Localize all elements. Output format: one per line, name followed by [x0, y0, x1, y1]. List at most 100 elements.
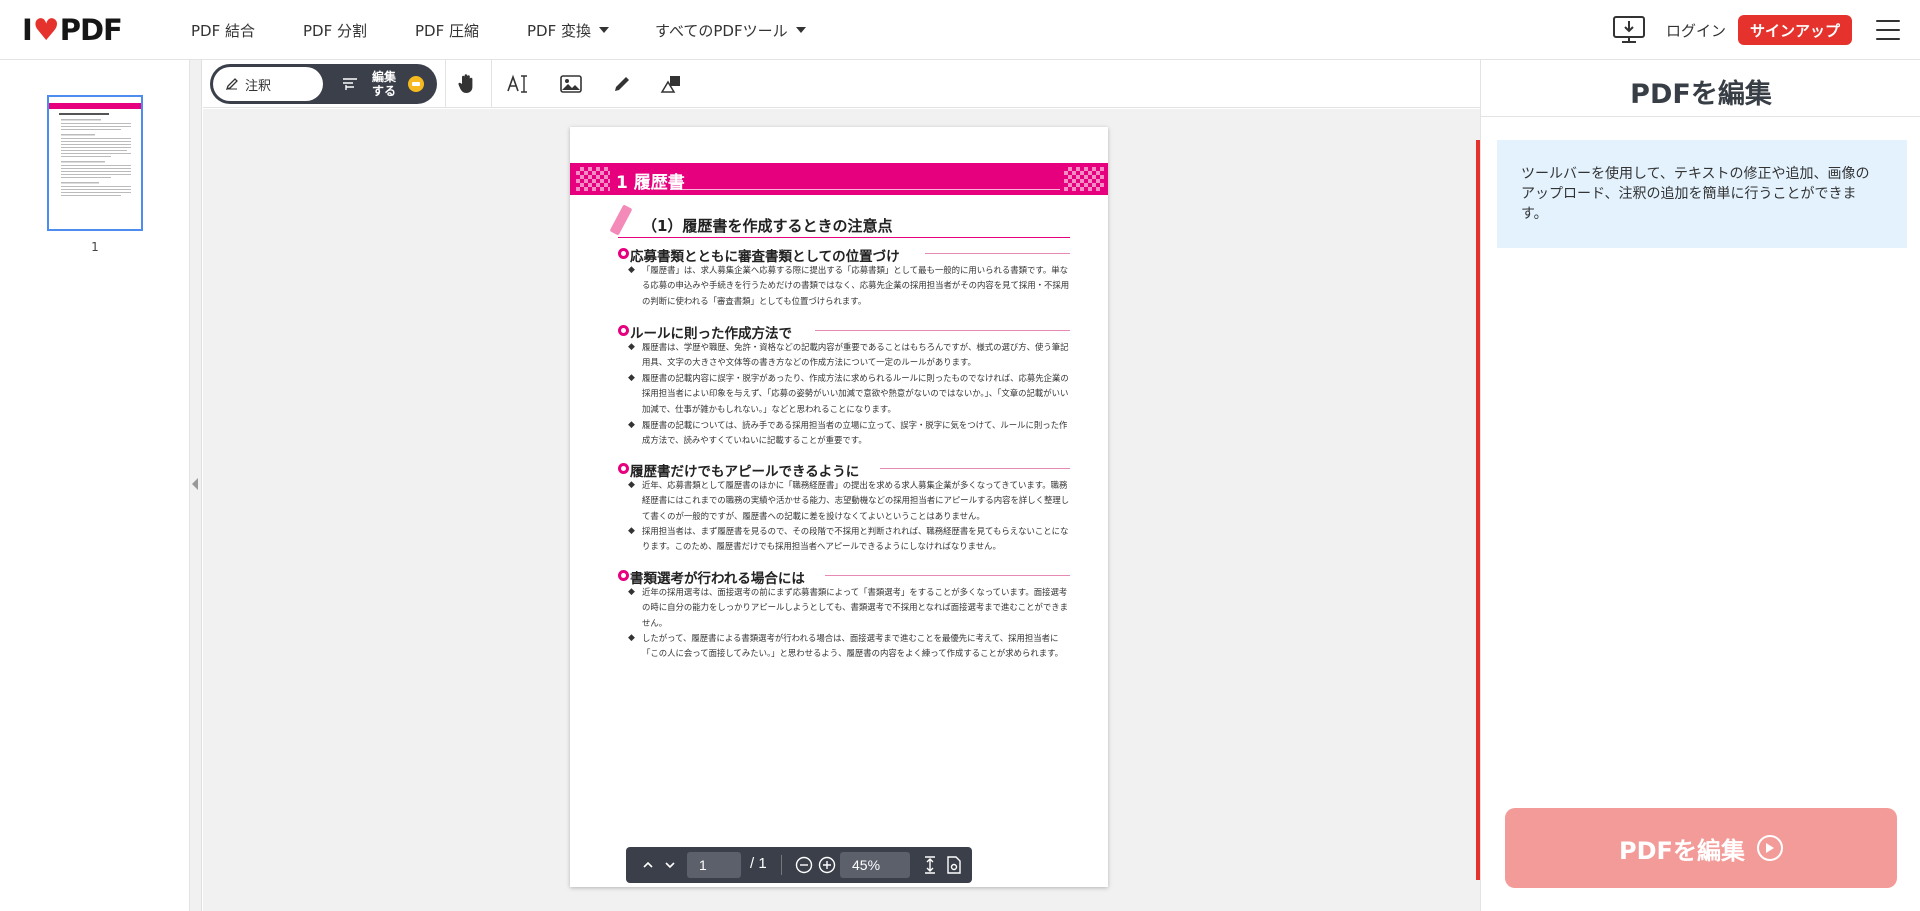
section-bullet-icon — [618, 463, 629, 474]
page-settings-button[interactable] — [944, 855, 964, 875]
draw-tool-button[interactable] — [606, 68, 638, 100]
paragraph-text: 履歴書の記載については、読み手である採用担当者の立場に立って、誤字・脱字に気をつ… — [642, 420, 1068, 446]
main-nav: PDF 結合 PDF 分割 PDF 圧縮 PDF 変換 すべてのPDFツール — [191, 0, 854, 60]
annotate-label: 注釈 — [245, 78, 272, 94]
doc-paragraph: ◆ 近年の採用選考は、面接選考の前にまず応募書類によって「書類選考」をすることが多… — [628, 585, 1072, 631]
section-title: 履歴書だけでもアピールできるように — [630, 464, 860, 480]
sidebar-collapse-handle[interactable] — [190, 60, 202, 911]
diamond-bullet-icon: ◆ — [628, 265, 635, 275]
doc-subheading: （1）履歴書を作成するときの注意点 — [642, 217, 893, 235]
section-rule — [825, 575, 1070, 576]
doc-paragraph: ◆ 採用担当者は、まず履歴書を見るので、その段階で不採用と判断されれば、職務経歴書… — [628, 524, 1072, 555]
zoom-level-input[interactable]: 45% — [840, 852, 910, 878]
section-rule — [880, 468, 1070, 469]
next-page-button[interactable] — [660, 855, 680, 875]
paragraph-text: 近年の採用選考は、面接選考の前にまず応募書類によって「書類選考」をすることが多く… — [642, 587, 1068, 628]
paragraph-text: 履歴書の記載内容に誤字・脱字があったり、作成方法に求められるルールに則ったもので… — [642, 373, 1069, 414]
edit-pdf-panel: PDFを編集 ツールバーを使用して、テキストの修正や追加、画像のアップロード、注… — [1480, 60, 1920, 911]
paragraph-text: 採用担当者は、まず履歴書を見るので、その段階で不採用と判断されれば、職務経歴書を… — [642, 526, 1069, 552]
ilovepdf-logo[interactable]: I ♥ PDF — [22, 12, 123, 48]
doc-paragraph: ◆ 「履歴書」は、求人募集企業へ応募する際に提出する「応募書類」として最も一般的に… — [628, 263, 1072, 309]
doc-paragraph: ◆ 近年、応募書類として履歴書のほかに「職務経歴書」の提出を求める求人募集企業が多… — [628, 478, 1072, 524]
zoom-out-icon — [795, 856, 813, 874]
nav-compress-pdf[interactable]: PDF 圧縮 — [415, 20, 479, 41]
section-rule — [815, 330, 1070, 331]
shapes-icon — [660, 76, 680, 93]
caret-down-icon — [795, 27, 806, 33]
pencil-decoration-icon — [609, 204, 633, 236]
text-tool-icon — [507, 74, 527, 93]
mode-switch: 注釈 編集 する — [210, 64, 437, 104]
nav-split-pdf[interactable]: PDF 分割 — [303, 20, 367, 41]
login-link[interactable]: ログイン — [1666, 20, 1726, 41]
shapes-tool-button[interactable] — [656, 68, 688, 100]
edit-lines-icon — [343, 78, 357, 90]
paragraph-text: 「履歴書」は、求人募集企業へ応募する際に提出する「応募書類」として最も一般的に用… — [642, 265, 1070, 306]
premium-crown-icon — [408, 76, 424, 92]
banner-checker-right — [1064, 167, 1104, 191]
diamond-bullet-icon: ◆ — [628, 342, 635, 352]
page-thumbnail[interactable] — [47, 95, 143, 231]
toolbar-divider — [445, 60, 446, 108]
doc-banner: 1 履歴書 — [570, 163, 1108, 195]
nav-label: PDF 変換 — [527, 21, 591, 40]
nav-convert-pdf[interactable]: PDF 変換 — [527, 20, 609, 41]
prev-page-button[interactable] — [638, 855, 658, 875]
section-bullet-icon — [618, 570, 629, 581]
edit-pdf-button[interactable]: PDFを編集 — [1505, 808, 1897, 888]
subheading-rule — [618, 237, 1070, 238]
nav-label: PDF 分割 — [303, 21, 367, 40]
add-text-tool-button[interactable] — [502, 68, 534, 100]
edit-label: 編集 する — [366, 70, 402, 98]
hand-tool-button[interactable] — [450, 68, 482, 100]
section-bullet-icon — [618, 248, 629, 259]
diamond-bullet-icon: ◆ — [628, 633, 635, 643]
banner-checker-left — [576, 167, 610, 191]
nav-all-pdf-tools[interactable]: すべてのPDFツール — [655, 20, 806, 41]
logo-text-i: I — [22, 13, 33, 47]
diamond-bullet-icon: ◆ — [628, 480, 635, 490]
arrow-right-circle-icon — [1756, 835, 1783, 861]
chevron-up-icon — [643, 861, 653, 868]
caret-down-icon — [599, 27, 609, 33]
zoom-in-icon — [818, 856, 836, 874]
image-icon — [560, 75, 582, 93]
doc-paragraph: ◆ 履歴書の記載内容に誤字・脱字があったり、作成方法に求められるルールに則ったもの… — [628, 371, 1072, 417]
nav-label: すべてのPDFツール — [655, 21, 788, 40]
page-navigation-bar: 1 / 1 45% — [626, 847, 972, 883]
diamond-bullet-icon: ◆ — [628, 587, 635, 597]
nav-merge-pdf[interactable]: PDF 結合 — [191, 20, 255, 41]
banner-line — [670, 189, 1060, 190]
panel-divider — [1481, 116, 1920, 117]
edit-label-line2: する — [371, 84, 396, 98]
diamond-bullet-icon: ◆ — [628, 526, 635, 536]
collapse-left-icon — [192, 478, 198, 490]
diamond-bullet-icon: ◆ — [628, 373, 635, 383]
paragraph-text: したがって、履歴書による書類選考が行われる場合は、面接選考まで進むことを最優先に… — [642, 633, 1063, 659]
page-number-input[interactable]: 1 — [687, 852, 741, 878]
zoom-out-button[interactable] — [794, 855, 814, 875]
signup-button[interactable]: サインアップ — [1737, 15, 1852, 45]
hamburger-menu-icon[interactable] — [1876, 20, 1900, 40]
top-header: I ♥ PDF PDF 結合 PDF 分割 PDF 圧縮 PDF 変換 すべての… — [0, 0, 1920, 60]
add-image-tool-button[interactable] — [555, 68, 587, 100]
nav-label: PDF 圧縮 — [415, 21, 479, 40]
fit-height-button[interactable] — [920, 855, 940, 875]
editor-toolbar: 注釈 編集 する — [203, 60, 1480, 108]
annotate-mode-button[interactable]: 注釈 — [213, 67, 323, 101]
page-total: / 1 — [750, 855, 767, 872]
pdf-viewer: 1 履歴書 （1）履歴書を作成するときの注意点 応募書類とともに審査書類としての… — [203, 109, 1480, 911]
edit-mode-button[interactable]: 編集 する — [332, 67, 432, 101]
paragraph-text: 履歴書は、学歴や職歴、免許・資格などの記載内容が重要であることはもちろんですが、… — [642, 342, 1069, 368]
zoom-in-button[interactable] — [817, 855, 837, 875]
panel-title: PDFを編集 — [1630, 79, 1772, 110]
thumbnail-page-number: 1 — [91, 240, 99, 254]
section-rule — [925, 253, 1070, 254]
info-box: ツールバーを使用して、テキストの修正や追加、画像のアップロード、注釈の追加を簡単… — [1497, 140, 1907, 248]
edit-label-line1: 編集 — [371, 70, 396, 84]
chevron-down-icon — [665, 862, 675, 869]
pen-icon — [615, 77, 629, 91]
doc-paragraph: ◆ 履歴書は、学歴や職歴、免許・資格などの記載内容が重要であることはもちろんですが… — [628, 340, 1072, 371]
desktop-download-icon[interactable] — [1612, 15, 1646, 45]
header-actions: ログイン サインアップ — [1612, 0, 1920, 60]
